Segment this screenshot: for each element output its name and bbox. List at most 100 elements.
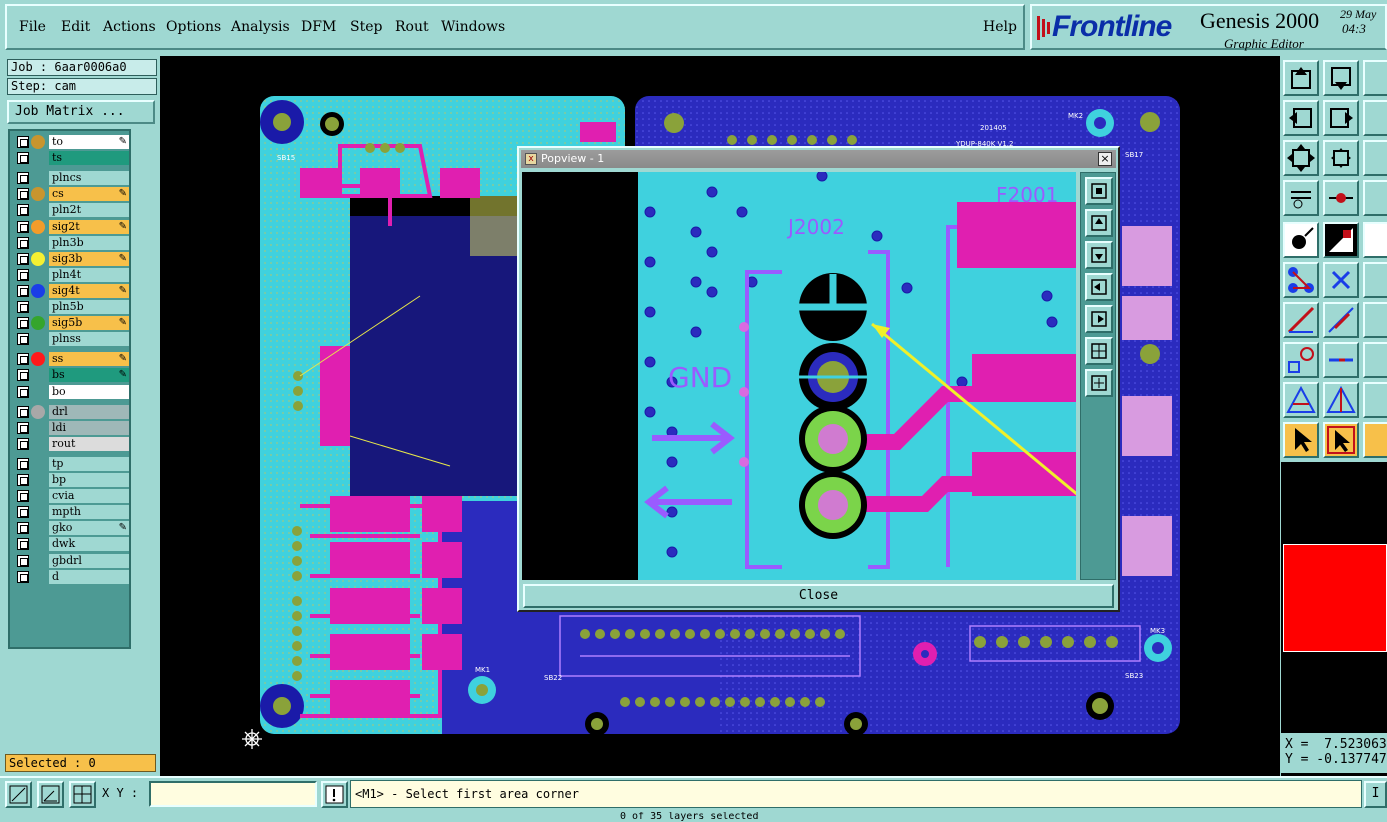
menu-analysis[interactable]: Analysis <box>231 19 290 35</box>
layer-name[interactable]: sig4t ✎ <box>49 283 129 298</box>
close-button[interactable]: Close <box>523 584 1114 608</box>
layer-row-pln4t[interactable]: pln4t <box>13 267 129 282</box>
popview-titlebar[interactable]: x Popview - 1 × <box>521 150 1116 168</box>
layer-checkbox[interactable] <box>17 570 29 583</box>
layer-row-plnss[interactable]: plnss <box>13 332 129 347</box>
pan-left-button[interactable] <box>1085 273 1113 301</box>
layer-name[interactable]: pln4t <box>49 267 129 282</box>
zoom-center-icon[interactable] <box>1323 140 1359 176</box>
layer-row-bo[interactable]: bo <box>13 384 129 399</box>
menu-options[interactable]: Options <box>166 19 221 35</box>
move-left-icon[interactable] <box>1283 100 1319 136</box>
move-up-icon[interactable] <box>1283 60 1319 96</box>
layer-color-dot[interactable] <box>31 283 45 298</box>
menu-rout[interactable]: Rout <box>395 19 429 35</box>
layer-name[interactable]: bs ✎ <box>49 368 129 383</box>
line-edit-icon[interactable] <box>1323 302 1359 338</box>
menu-file[interactable]: File <box>19 19 46 35</box>
net-select-icon[interactable] <box>1283 262 1319 298</box>
layer-name[interactable]: cvia <box>49 489 129 504</box>
layer-row-bs[interactable]: bs ✎ <box>13 368 129 383</box>
layer-row-rout[interactable]: rout <box>13 436 129 451</box>
layer-checkbox[interactable] <box>17 317 29 330</box>
layer-checkbox[interactable] <box>17 522 29 535</box>
layer-checkbox[interactable] <box>17 405 29 418</box>
layer-row-mpth[interactable]: mpth <box>13 505 129 520</box>
zoom-out-button[interactable] <box>1085 369 1113 397</box>
layer-name[interactable]: d <box>49 569 129 584</box>
cross-select-icon[interactable] <box>1323 262 1359 298</box>
close-icon[interactable]: × <box>1098 152 1112 166</box>
layer-checkbox[interactable] <box>17 301 29 313</box>
layer-checkbox[interactable] <box>17 268 29 281</box>
measure-icon[interactable] <box>1323 180 1359 216</box>
line-split-icon[interactable] <box>1323 342 1359 378</box>
layer-checkbox[interactable] <box>17 474 29 486</box>
layer-name[interactable]: sig5b ✎ <box>49 316 129 331</box>
layer-checkbox[interactable] <box>17 538 29 551</box>
snap-settings-icon[interactable] <box>1283 180 1319 216</box>
layer-name[interactable]: sig2t ✎ <box>49 219 129 234</box>
ruler-icon[interactable] <box>1363 222 1387 258</box>
layer-row-ldi[interactable]: ldi <box>13 420 129 435</box>
popview-zoom-view[interactable]: J2002 F2001 GND <box>522 172 1076 580</box>
layer-color-dot[interactable] <box>31 219 45 234</box>
layer-checkbox[interactable] <box>17 385 29 398</box>
layer-name[interactable]: pln3b <box>49 235 129 250</box>
arc-tool-icon[interactable] <box>1363 302 1387 338</box>
pan-right-button[interactable] <box>1085 305 1113 333</box>
overview-viewport[interactable] <box>1283 544 1387 652</box>
align-tool-icon[interactable] <box>1363 342 1387 378</box>
menu-edit[interactable]: Edit <box>61 19 90 35</box>
peak-tool-icon[interactable] <box>1323 382 1359 418</box>
pointer-box-icon[interactable] <box>1323 422 1359 458</box>
layer-name[interactable]: plnss <box>49 332 129 347</box>
layer-checkbox[interactable] <box>17 421 29 434</box>
layer-checkbox[interactable] <box>17 490 29 503</box>
layer-checkbox[interactable] <box>17 204 29 217</box>
zoom-in-button[interactable] <box>1085 337 1113 365</box>
layer-name[interactable]: drl <box>49 404 129 419</box>
layer-name[interactable]: pln2t <box>49 203 129 218</box>
snap-angle-icon[interactable] <box>37 781 64 808</box>
layer-color-dot[interactable] <box>31 187 45 202</box>
layer-name[interactable]: mpth <box>49 505 129 520</box>
layer-row-gko[interactable]: gko ✎ <box>13 521 129 536</box>
layer-row-plncs[interactable]: plncs <box>13 171 129 186</box>
layer-name[interactable]: ts <box>49 151 129 166</box>
layer-name[interactable]: bo <box>49 384 129 399</box>
zoom-ratio-icon[interactable] <box>1363 140 1387 176</box>
layer-name[interactable]: gbdrl <box>49 553 129 568</box>
layer-checkbox[interactable] <box>17 152 29 165</box>
layer-color-dot[interactable] <box>31 316 45 331</box>
layer-name[interactable]: sig3b ✎ <box>49 251 129 266</box>
layer-name[interactable]: dwk <box>49 537 129 552</box>
menu-windows[interactable]: Windows <box>441 19 505 35</box>
layer-row-to[interactable]: to ✎ <box>13 135 129 149</box>
layer-row-cs[interactable]: cs ✎ <box>13 187 129 202</box>
layer-checkbox[interactable] <box>17 252 29 265</box>
layer-name[interactable]: rout <box>49 436 129 451</box>
zoom-all-icon[interactable] <box>1283 140 1319 176</box>
layer-row-sig4t[interactable]: sig4t ✎ <box>13 283 129 298</box>
move-down-icon[interactable] <box>1323 60 1359 96</box>
snap-grid-icon[interactable] <box>5 781 32 808</box>
layer-row-sig3b[interactable]: sig3b ✎ <box>13 251 129 266</box>
highlight-tool-icon[interactable] <box>1363 180 1387 216</box>
layer-checkbox[interactable] <box>17 136 29 148</box>
layer-row-pln3b[interactable]: pln3b <box>13 235 129 250</box>
layer-name[interactable]: bp <box>49 473 129 487</box>
layer-row-ts[interactable]: ts <box>13 151 129 166</box>
layer-name[interactable]: gko ✎ <box>49 521 129 536</box>
menu-step[interactable]: Step <box>350 19 382 35</box>
layer-checkbox[interactable] <box>17 369 29 382</box>
menu-dfm[interactable]: DFM <box>301 19 336 35</box>
line-add-icon[interactable] <box>1283 302 1319 338</box>
misc-tool-icon[interactable] <box>1363 60 1387 96</box>
triangle-tool-icon[interactable] <box>1283 382 1319 418</box>
layer-row-gbdrl[interactable]: gbdrl <box>13 553 129 568</box>
layer-row-cvia[interactable]: cvia <box>13 489 129 504</box>
feature-select-icon[interactable] <box>1283 222 1319 258</box>
pan-up-button[interactable] <box>1085 209 1113 237</box>
layer-row-drl[interactable]: drl <box>13 404 129 419</box>
